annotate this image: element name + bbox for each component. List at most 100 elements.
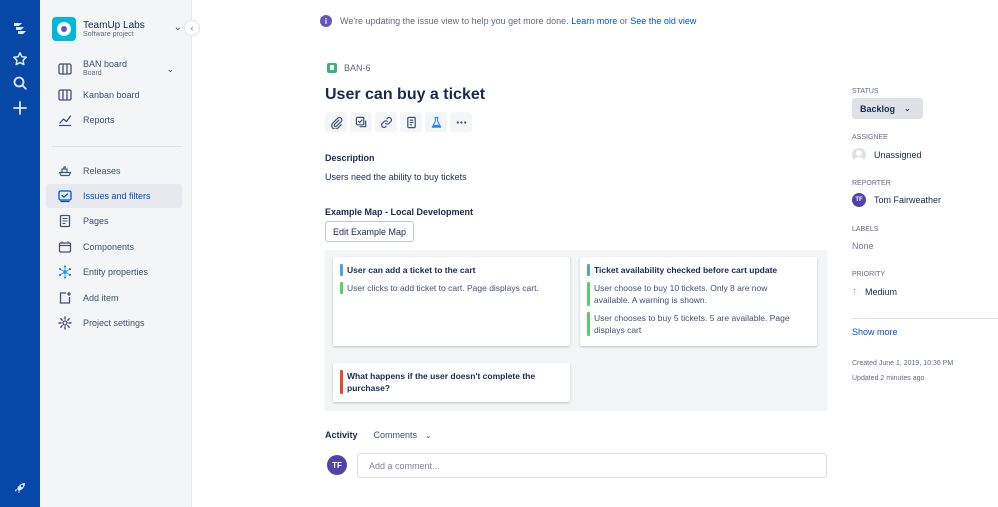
more-icon — [456, 120, 466, 124]
labels-label: LABELS — [852, 226, 879, 233]
rule-text: Ticket availability checked before cart … — [594, 265, 778, 275]
avatar: TF — [327, 455, 347, 475]
sidebar-item-kanban-board[interactable]: Kanban board — [46, 83, 182, 107]
sidebar-item-label: Add item — [83, 293, 119, 303]
page-button[interactable] — [400, 112, 422, 132]
example-text: User clicks to add ticket to cart. Page … — [347, 283, 539, 293]
reporter-field[interactable]: TF Tom Fairweather — [852, 193, 941, 207]
sidebar-item-label: Reports — [83, 115, 115, 125]
sidebar-item-reports[interactable]: Reports — [46, 108, 182, 132]
story-icon — [327, 63, 337, 73]
banner-or: or — [619, 16, 628, 26]
rule-row: Ticket availability checked before cart … — [580, 264, 803, 276]
sidebar-item-label: Releases — [83, 166, 121, 176]
more-actions-button[interactable] — [450, 112, 472, 132]
plus-icon[interactable] — [0, 97, 40, 119]
collapse-sidebar-button[interactable]: ‹ — [184, 20, 200, 36]
example-map-heading: Example Map - Local Development — [325, 207, 474, 217]
priority-label: PRIORITY — [852, 271, 886, 278]
activity-heading: Activity — [325, 430, 358, 440]
rule-row: User can add a ticket to the cart — [333, 264, 570, 276]
assignee-value: Unassigned — [874, 150, 922, 160]
sidebar-item-add-item[interactable]: Add item — [46, 286, 182, 310]
sidebar-item-ban-board[interactable]: BAN board Board ⌄ — [46, 57, 182, 81]
example-row: User choose to buy 10 tickets. Only 8 ar… — [580, 282, 803, 306]
example-text: User chooses to buy 5 tickets. 5 are ava… — [594, 313, 790, 335]
component-icon — [58, 240, 72, 254]
subtask-button[interactable] — [350, 112, 372, 132]
page-icon — [58, 214, 72, 228]
show-more-link[interactable]: Show more — [852, 327, 898, 337]
gear-icon — [58, 316, 72, 330]
assignee-field[interactable]: Unassigned — [852, 148, 922, 162]
subtask-icon — [355, 116, 366, 127]
example-row: User chooses to buy 5 tickets. 5 are ava… — [580, 312, 803, 336]
unassigned-avatar-icon — [852, 148, 866, 162]
sidebar-item-label: Components — [83, 242, 135, 252]
global-nav-rail — [0, 0, 40, 507]
issue-key-text: BAN-6 — [344, 63, 371, 73]
example-map-card[interactable]: What happens if the user doesn't complet… — [333, 363, 570, 402]
sidebar-item-pages[interactable]: Pages — [46, 209, 182, 233]
sidebar-item-label: Kanban board — [83, 90, 140, 100]
project-switcher[interactable]: TeamUp Labs Software project ⌄ — [52, 14, 182, 44]
assignee-label: ASSIGNEE — [852, 134, 888, 141]
reporter-value: Tom Fairweather — [874, 195, 942, 205]
issue-title[interactable]: User can buy a ticket — [325, 86, 485, 104]
activity-section: Activity Comments ⌄ — [325, 430, 432, 440]
question-row: What happens if the user doesn't complet… — [333, 370, 556, 394]
search-icon[interactable] — [0, 72, 40, 94]
sidebar-item-label: Issues and filters — [83, 191, 151, 201]
created-date: Created June 1, 2019, 10:36 PM — [852, 360, 954, 367]
avatar: TF — [852, 193, 866, 207]
network-icon — [58, 265, 72, 279]
sidebar-item-project-settings[interactable]: Project settings — [46, 311, 182, 335]
status-label: STATUS — [852, 88, 879, 95]
chevron-down-icon: ⌄ — [173, 22, 182, 33]
example-text: User choose to buy 10 tickets. Only 8 ar… — [594, 283, 768, 305]
chevron-down-icon[interactable]: ⌄ — [425, 431, 432, 440]
sidebar-item-components[interactable]: Components — [46, 235, 182, 259]
status-dropdown[interactable]: Backlog ⌄ — [852, 98, 923, 119]
edit-example-map-button[interactable]: Edit Example Map — [325, 221, 414, 242]
example-map-panel: User can add a ticket to the cart User c… — [325, 250, 827, 411]
sidebar-item-issues-and-filters[interactable]: Issues and filters — [46, 184, 182, 208]
sidebar-item-label: Project settings — [83, 318, 145, 328]
comment-input[interactable]: Add a comment... — [357, 453, 827, 478]
add-item-icon — [58, 291, 72, 305]
sidebar-item-releases[interactable]: Releases — [46, 159, 182, 183]
attach-button[interactable] — [325, 112, 347, 132]
flask-icon — [431, 116, 441, 128]
status-value: Backlog — [860, 103, 896, 114]
details-divider — [852, 318, 998, 319]
chevron-down-icon: ⌄ — [166, 63, 174, 74]
question-text: What happens if the user doesn't complet… — [347, 371, 536, 393]
example-map-button[interactable] — [425, 112, 447, 132]
sidebar-item-entity-properties[interactable]: Entity properties — [46, 260, 182, 284]
sidebar-item-label: BAN board — [83, 59, 128, 70]
jira-logo-icon[interactable] — [0, 17, 40, 39]
rule-text: User can add a ticket to the cart — [347, 265, 476, 275]
star-icon[interactable] — [0, 48, 40, 70]
comments-filter[interactable]: Comments — [374, 430, 418, 440]
example-map-card[interactable]: User can add a ticket to the cart User c… — [333, 257, 570, 346]
example-row: User clicks to add ticket to cart. Page … — [333, 282, 570, 294]
priority-field[interactable]: ↑ Medium — [852, 286, 897, 297]
project-name: TeamUp Labs — [83, 19, 145, 31]
board-icon — [58, 62, 72, 76]
project-sidebar: TeamUp Labs Software project ⌄ BAN board… — [40, 0, 192, 507]
rocket-icon[interactable] — [0, 477, 40, 499]
document-icon — [406, 116, 416, 128]
banner-text: We're updating the issue view to help yo… — [340, 16, 569, 26]
project-avatar — [52, 17, 76, 41]
paperclip-icon — [330, 116, 342, 129]
example-map-card[interactable]: Ticket availability checked before cart … — [580, 257, 817, 346]
old-view-link[interactable]: See the old view — [630, 16, 696, 26]
learn-more-link[interactable]: Learn more — [571, 16, 617, 26]
ship-icon — [58, 164, 72, 178]
issue-key[interactable]: BAN-6 — [327, 63, 371, 73]
description-text[interactable]: Users need the ability to buy tickets — [325, 172, 467, 182]
labels-value[interactable]: None — [852, 241, 874, 251]
link-issue-button[interactable] — [375, 112, 397, 132]
issue-toolbar — [325, 112, 475, 132]
